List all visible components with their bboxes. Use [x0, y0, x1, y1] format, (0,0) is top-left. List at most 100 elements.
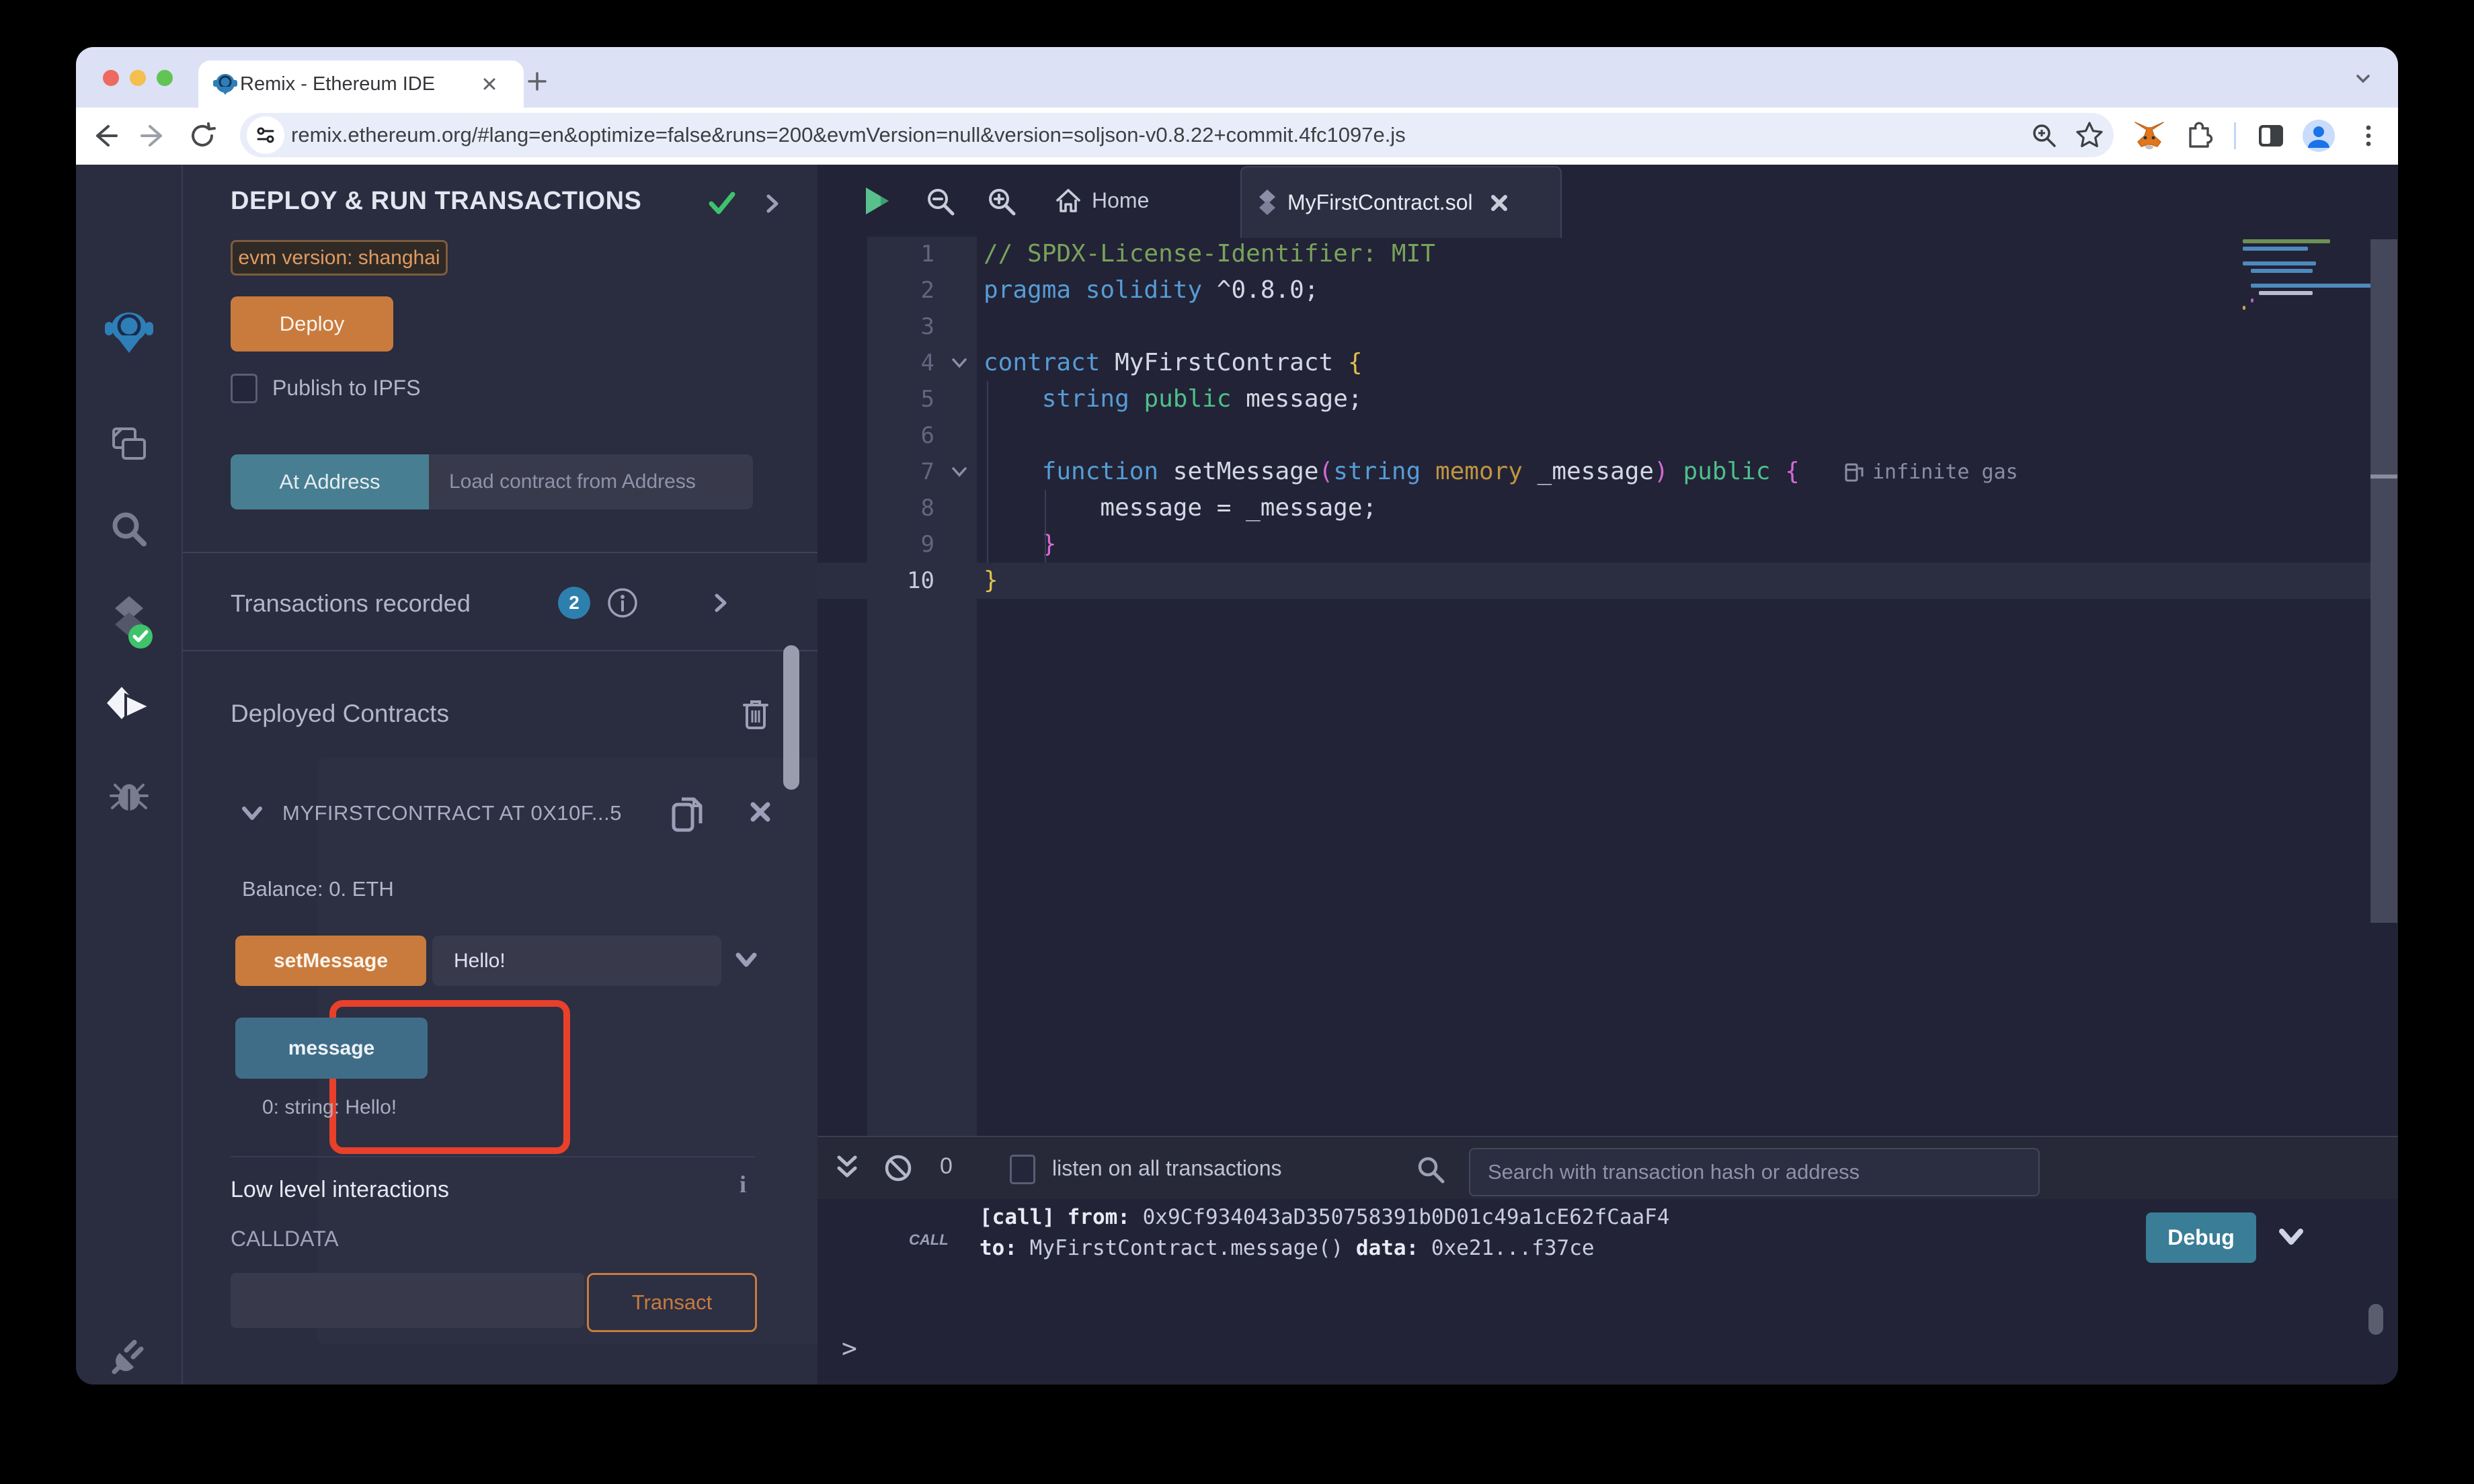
- remove-contract-icon[interactable]: [746, 798, 774, 826]
- expand-log-chevron-icon[interactable]: [2276, 1225, 2306, 1250]
- code-line[interactable]: 8 message = _message;: [817, 490, 2370, 526]
- collapse-terminal-icon[interactable]: [834, 1153, 861, 1183]
- zoom-out-icon[interactable]: [924, 185, 957, 218]
- tab-close-icon[interactable]: [479, 74, 500, 94]
- debug-button[interactable]: Debug: [2146, 1212, 2256, 1263]
- code-line[interactable]: 6: [817, 417, 2370, 454]
- metamask-icon[interactable]: [2130, 117, 2168, 155]
- deployed-contracts-title: Deployed Contracts: [231, 700, 449, 728]
- transact-button[interactable]: Transact: [587, 1273, 757, 1332]
- plugin-manager-icon[interactable]: [76, 1334, 182, 1377]
- new-tab-icon[interactable]: [525, 69, 549, 93]
- at-address-input[interactable]: Load contract from Address: [429, 454, 753, 509]
- tab-home[interactable]: Home: [1054, 165, 1149, 237]
- terminal-scroll-pill[interactable]: [2368, 1304, 2383, 1335]
- terminal-log-line[interactable]: to: MyFirstContract.message() data: 0xe2…: [980, 1233, 1595, 1264]
- panel-scrollbar[interactable]: [783, 645, 799, 790]
- tab-file-active[interactable]: MyFirstContract.sol: [1240, 166, 1562, 238]
- code-line[interactable]: 4contract MyFirstContract {: [817, 345, 2370, 381]
- search-icon[interactable]: [76, 509, 182, 549]
- line-number: 4: [867, 345, 934, 381]
- zoom-page-icon[interactable]: [2030, 121, 2059, 151]
- terminal-prompt[interactable]: >: [842, 1333, 857, 1363]
- browser-menu-icon[interactable]: [2350, 117, 2387, 155]
- url-bar[interactable]: remix.ethereum.org/#lang=en&optimize=fal…: [240, 113, 2114, 157]
- deploy-button[interactable]: Deploy: [231, 296, 393, 352]
- line-number: 10: [867, 563, 934, 599]
- site-settings-icon[interactable]: [247, 116, 284, 154]
- message-button[interactable]: message: [235, 1018, 428, 1079]
- maximize-window-button[interactable]: [157, 70, 173, 86]
- tx-count-badge: 2: [558, 587, 590, 619]
- clear-console-icon[interactable]: [882, 1152, 914, 1184]
- set-message-input[interactable]: Hello!: [432, 936, 721, 986]
- zoom-in-icon[interactable]: [985, 185, 1019, 218]
- file-tab-close-icon[interactable]: [1488, 192, 1511, 214]
- balance-label: Balance: 0. ETH: [242, 877, 394, 901]
- bookmark-star-icon[interactable]: [2074, 120, 2105, 151]
- tx-info-icon[interactable]: [605, 585, 640, 620]
- code-line[interactable]: 3: [817, 308, 2370, 345]
- message-result: 0: string: Hello!: [262, 1096, 397, 1119]
- terminal-toolbar: 0 listen on all transactions Search with…: [817, 1137, 2398, 1199]
- editor-minimap[interactable]: [2243, 239, 2367, 327]
- fold-chevron-icon[interactable]: [949, 463, 969, 481]
- copy-address-icon[interactable]: [668, 794, 706, 835]
- code-line[interactable]: 9 }: [817, 526, 2370, 563]
- file-explorer-icon[interactable]: [76, 423, 182, 465]
- run-script-play-icon[interactable]: [863, 186, 890, 216]
- section-divider: [183, 552, 817, 553]
- url-text[interactable]: remix.ethereum.org/#lang=en&optimize=fal…: [291, 123, 1406, 147]
- terminal-search-input[interactable]: Search with transaction hash or address: [1469, 1148, 2040, 1196]
- set-message-button[interactable]: setMessage: [235, 936, 426, 986]
- listen-transactions-checkbox[interactable]: [1010, 1155, 1035, 1184]
- publish-ipfs-checkbox[interactable]: [231, 374, 257, 403]
- toolbar-separator: [2234, 122, 2236, 149]
- scrollbar-marker: [2370, 475, 2397, 479]
- call-entry-badge: CALL: [909, 1231, 949, 1249]
- side-panel-icon[interactable]: [2252, 117, 2290, 155]
- forward-icon[interactable]: [135, 117, 173, 155]
- editor-scrollbar[interactable]: [2370, 239, 2397, 923]
- publish-ipfs-label: Publish to IPFS: [272, 376, 421, 401]
- code-line[interactable]: 5 string public message;: [817, 381, 2370, 417]
- code-line[interactable]: 7 function setMessage(string memory _mes…: [817, 454, 2370, 490]
- section-divider: [183, 650, 817, 651]
- contract-collapse-chevron-icon[interactable]: [239, 802, 266, 825]
- low-level-info-icon[interactable]: i: [740, 1170, 746, 1198]
- reload-icon[interactable]: [184, 117, 221, 155]
- code-line[interactable]: 1// SPDX-License-Identifier: MIT: [817, 236, 2370, 272]
- debugger-icon[interactable]: [76, 773, 182, 815]
- extensions-puzzle-icon[interactable]: [2180, 117, 2218, 155]
- browser-tabstrip: Remix - Ethereum IDE: [76, 47, 2398, 108]
- tx-recorded-chevron-icon[interactable]: [711, 591, 730, 615]
- close-window-button[interactable]: [103, 70, 119, 86]
- panel-expand-chevron-icon[interactable]: [762, 192, 783, 216]
- deploy-run-icon[interactable]: [76, 686, 182, 727]
- profile-avatar[interactable]: [2300, 117, 2338, 155]
- fold-chevron-icon[interactable]: [949, 354, 969, 372]
- browser-window: Remix - Ethereum IDE remix.ethereum.org/…: [76, 47, 2398, 1385]
- card-divider: [231, 1156, 755, 1157]
- editor-area: Home MyFirstContract.sol 1// SPDX-Licens…: [817, 165, 2398, 1385]
- back-icon[interactable]: [85, 117, 123, 155]
- minimize-window-button[interactable]: [130, 70, 146, 86]
- tab-search-chevron-icon[interactable]: [2352, 67, 2375, 90]
- indent-guide: [1045, 490, 1046, 563]
- line-number: 2: [867, 272, 934, 308]
- at-address-button[interactable]: At Address: [231, 454, 429, 509]
- calldata-input[interactable]: [231, 1273, 584, 1328]
- trash-icon[interactable]: [740, 697, 771, 732]
- solidity-compiler-icon[interactable]: [76, 595, 182, 651]
- deploy-run-panel: DEPLOY & RUN TRANSACTIONS evm version: s…: [183, 165, 817, 1385]
- code-line[interactable]: 10}: [817, 563, 2370, 599]
- line-number: 1: [867, 236, 934, 272]
- expand-args-chevron-icon[interactable]: [733, 950, 760, 973]
- code-line[interactable]: 2pragma solidity ^0.8.0;: [817, 272, 2370, 308]
- remix-logo[interactable]: [76, 306, 182, 357]
- file-tab-label: MyFirstContract.sol: [1287, 190, 1473, 215]
- browser-tab[interactable]: Remix - Ethereum IDE: [198, 60, 524, 108]
- listen-transactions-label: listen on all transactions: [1052, 1156, 1282, 1181]
- terminal-log-line[interactable]: [call] from: 0x9Cf934043aD350758391b0D01…: [980, 1202, 1670, 1233]
- editor-tabbar: Home MyFirstContract.sol: [817, 165, 2398, 237]
